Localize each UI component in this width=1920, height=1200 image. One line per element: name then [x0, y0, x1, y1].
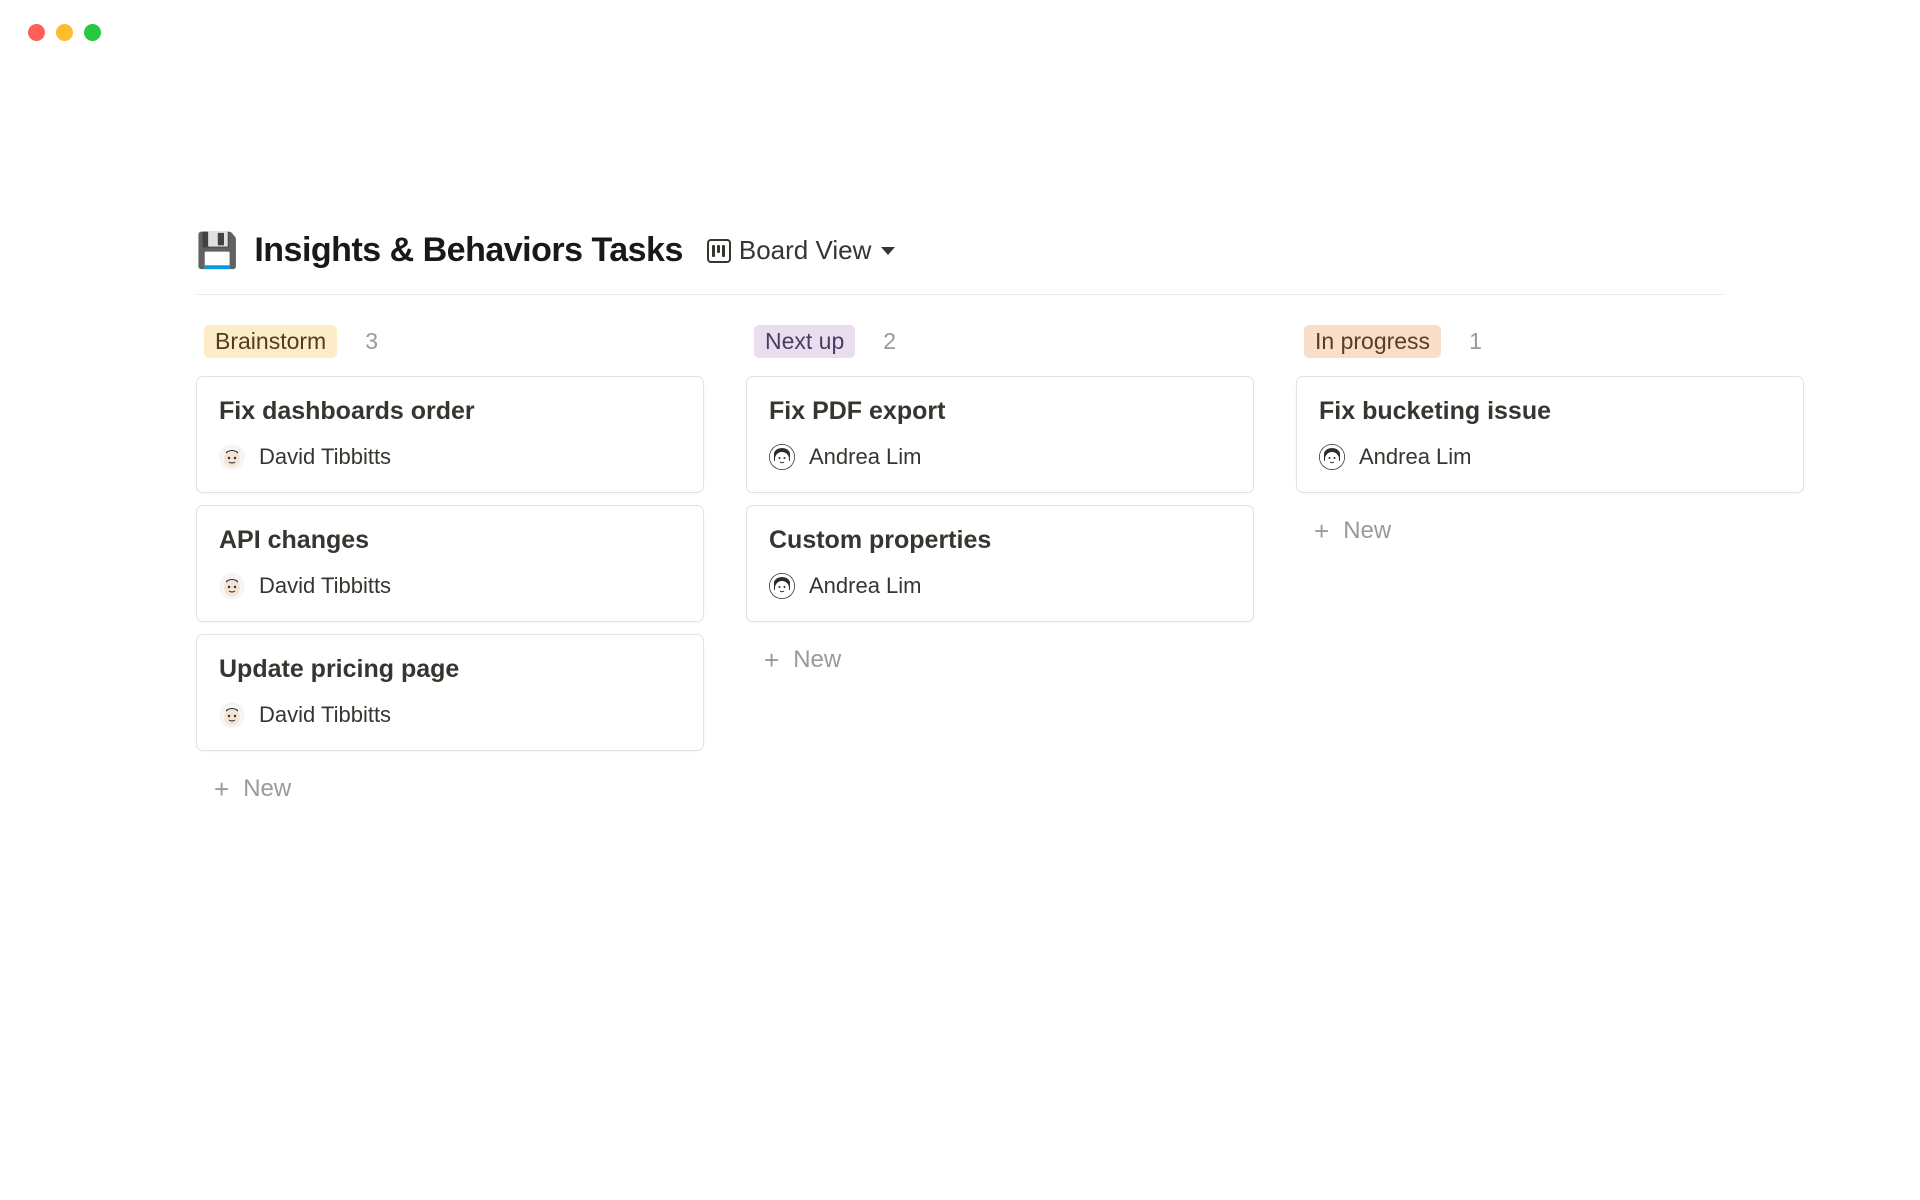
avatar — [1319, 444, 1345, 470]
board-card[interactable]: Fix PDF export Andrea Lim — [746, 376, 1254, 493]
view-selector[interactable]: Board View — [707, 235, 896, 266]
assignee-name: David Tibbitts — [259, 702, 391, 728]
avatar — [769, 573, 795, 599]
column-header: In progress 1 — [1296, 325, 1804, 358]
window-close-button[interactable] — [28, 24, 45, 41]
card-title: Custom properties — [769, 526, 1231, 555]
column-count: 1 — [1469, 328, 1482, 355]
window-minimize-button[interactable] — [56, 24, 73, 41]
column-count: 2 — [883, 328, 896, 355]
card-assignee: Andrea Lim — [769, 573, 1231, 599]
assignee-name: Andrea Lim — [809, 444, 922, 470]
plus-icon: + — [764, 647, 779, 673]
column-tag[interactable]: Next up — [754, 325, 855, 358]
chevron-down-icon — [881, 247, 895, 255]
avatar — [219, 444, 245, 470]
board-column: Brainstorm 3 Fix dashboards order David Ti… — [196, 325, 704, 815]
avatar — [769, 444, 795, 470]
new-card-button[interactable]: + New — [196, 763, 704, 815]
column-count: 3 — [365, 328, 378, 355]
column-tag[interactable]: In progress — [1304, 325, 1441, 358]
window-maximize-button[interactable] — [84, 24, 101, 41]
column-header: Next up 2 — [746, 325, 1254, 358]
board: Brainstorm 3 Fix dashboards order David Ti… — [196, 295, 1724, 815]
view-label: Board View — [739, 235, 872, 266]
page-header: 💾 Insights & Behaviors Tasks Board View — [196, 231, 1724, 295]
card-title: Update pricing page — [219, 655, 681, 684]
card-assignee: David Tibbitts — [219, 702, 681, 728]
assignee-name: David Tibbitts — [259, 573, 391, 599]
board-column: Next up2Fix PDF export Andrea LimCustom … — [746, 325, 1254, 815]
board-card[interactable]: Update pricing page David Tibbitts — [196, 634, 704, 751]
avatar — [219, 573, 245, 599]
board-card[interactable]: Custom properties Andrea Lim — [746, 505, 1254, 622]
card-title: API changes — [219, 526, 681, 555]
card-assignee: Andrea Lim — [769, 444, 1231, 470]
column-header: Brainstorm 3 — [196, 325, 704, 358]
page-icon: 💾 — [196, 234, 238, 268]
card-assignee: Andrea Lim — [1319, 444, 1781, 470]
board-card[interactable]: Fix bucketing issue Andrea Lim — [1296, 376, 1804, 493]
page-title: Insights & Behaviors Tasks — [254, 231, 683, 270]
window-controls — [0, 0, 1920, 41]
board-column: In progress 1 Fix bucketing issue Andrea L… — [1296, 325, 1804, 815]
card-title: Fix bucketing issue — [1319, 397, 1781, 426]
assignee-name: Andrea Lim — [809, 573, 922, 599]
new-label: New — [243, 775, 291, 803]
board-view-icon — [707, 239, 731, 263]
new-card-button[interactable]: + New — [746, 634, 1254, 686]
card-assignee: David Tibbitts — [219, 444, 681, 470]
card-title: Fix PDF export — [769, 397, 1231, 426]
column-tag[interactable]: Brainstorm — [204, 325, 337, 358]
card-assignee: David Tibbitts — [219, 573, 681, 599]
card-title: Fix dashboards order — [219, 397, 681, 426]
assignee-name: David Tibbitts — [259, 444, 391, 470]
new-label: New — [1343, 517, 1391, 545]
board-card[interactable]: API changes David Tibbitts — [196, 505, 704, 622]
board-card[interactable]: Fix dashboards order David Tibbitts — [196, 376, 704, 493]
plus-icon: + — [1314, 518, 1329, 544]
avatar — [219, 702, 245, 728]
new-card-button[interactable]: + New — [1296, 505, 1804, 557]
new-label: New — [793, 646, 841, 674]
plus-icon: + — [214, 776, 229, 802]
assignee-name: Andrea Lim — [1359, 444, 1472, 470]
